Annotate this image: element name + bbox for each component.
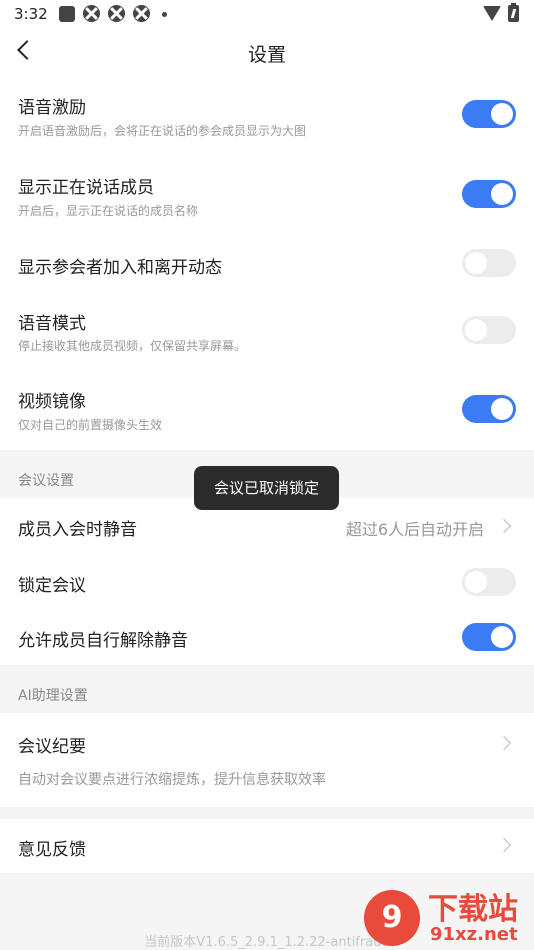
toggle-knob bbox=[465, 571, 487, 593]
flower-icon bbox=[108, 5, 125, 22]
chevron-right-icon bbox=[496, 837, 512, 853]
setting-title: 会议纪要 bbox=[18, 737, 86, 757]
video-mirror-toggle[interactable] bbox=[462, 395, 516, 423]
setting-title: 显示正在说话成员 bbox=[18, 178, 154, 198]
setting-description: 停止接收其他成员视频，仅保留共享屏幕。 bbox=[18, 339, 247, 353]
toggle-knob bbox=[491, 183, 513, 205]
setting-title: 语音模式 bbox=[18, 314, 86, 334]
setting-row-meeting-minutes[interactable]: 会议纪要 自动对会议要点进行浓缩提炼，提升信息获取效率 bbox=[0, 713, 534, 807]
settings-card-feedback: 意见反馈 bbox=[0, 819, 534, 873]
setting-description: 仅对自己的前置摄像头生效 bbox=[18, 418, 163, 432]
setting-row-voice-excitation: 语音激励 开启语音激励后，会将正在说话的参会成员显示为大图 bbox=[0, 78, 534, 158]
toast-message: 会议已取消锁定 bbox=[194, 466, 339, 510]
setting-title: 成员入会时静音 bbox=[18, 520, 137, 540]
show-join-leave-toggle[interactable] bbox=[462, 249, 516, 277]
setting-description: 开启后，显示正在说话的成员名称 bbox=[18, 204, 199, 218]
setting-description: 开启语音激励后，会将正在说话的参会成员显示为大图 bbox=[18, 124, 307, 138]
toggle-knob bbox=[465, 319, 487, 341]
setting-title: 显示参会者加入和离开动态 bbox=[18, 258, 222, 278]
setting-row-voice-mode: 语音模式 停止接收其他成员视频，仅保留共享屏幕。 bbox=[0, 294, 534, 372]
show-speaking-toggle[interactable] bbox=[462, 180, 516, 208]
voice-excitation-toggle[interactable] bbox=[462, 100, 516, 128]
lock-meeting-toggle[interactable] bbox=[462, 568, 516, 596]
settings-card-ai: 会议纪要 自动对会议要点进行浓缩提炼，提升信息获取效率 bbox=[0, 713, 534, 807]
watermark: 9 下载站 91xz.net bbox=[364, 884, 534, 950]
app-square-icon bbox=[59, 6, 75, 22]
nav-bar: 设置 bbox=[0, 28, 534, 78]
settings-card-meeting: 成员入会时静音 超过6人后自动开启 锁定会议 允许成员自行解除静音 bbox=[0, 498, 534, 665]
setting-row-video-mirror: 视频镜像 仅对自己的前置摄像头生效 bbox=[0, 372, 534, 450]
settings-card-general: 语音激励 开启语音激励后，会将正在说话的参会成员显示为大图 显示正在说话成员 开… bbox=[0, 78, 534, 450]
watermark-url: 91xz.net bbox=[430, 924, 518, 945]
setting-row-show-speaking: 显示正在说话成员 开启后，显示正在说话的成员名称 bbox=[0, 158, 534, 238]
setting-title: 意见反馈 bbox=[18, 840, 86, 860]
setting-title: 视频镜像 bbox=[18, 392, 86, 412]
watermark-logo: 9 bbox=[364, 890, 420, 946]
setting-description: 自动对会议要点进行浓缩提炼，提升信息获取效率 bbox=[18, 772, 326, 788]
setting-row-allow-unmute: 允许成员自行解除静音 bbox=[0, 610, 534, 665]
section-header-ai: AI助理设置 bbox=[18, 688, 88, 704]
watermark-title: 下载站 bbox=[428, 892, 518, 927]
setting-title: 锁定会议 bbox=[18, 576, 86, 596]
setting-value: 超过6人后自动开启 bbox=[345, 520, 484, 539]
section-header-meeting: 会议设置 bbox=[18, 473, 74, 489]
setting-row-feedback[interactable]: 意见反馈 bbox=[0, 819, 534, 873]
wifi-icon bbox=[483, 6, 501, 21]
toggle-knob bbox=[491, 398, 513, 420]
toggle-knob bbox=[465, 252, 487, 274]
flower-icon bbox=[83, 5, 100, 22]
chevron-right-icon bbox=[496, 735, 512, 751]
setting-title: 允许成员自行解除静音 bbox=[18, 631, 188, 651]
page-title: 设置 bbox=[247, 44, 286, 66]
setting-title: 语音激励 bbox=[18, 98, 86, 118]
toggle-knob bbox=[491, 626, 513, 648]
status-bar: 3:32 bbox=[0, 0, 534, 28]
status-time: 3:32 bbox=[14, 5, 48, 23]
setting-row-lock-meeting: 锁定会议 bbox=[0, 554, 534, 610]
flower-icon bbox=[133, 5, 150, 22]
dot-icon bbox=[162, 12, 167, 17]
toggle-knob bbox=[491, 103, 513, 125]
battery-icon bbox=[508, 3, 519, 22]
setting-row-show-join-leave: 显示参会者加入和离开动态 bbox=[0, 238, 534, 294]
voice-mode-toggle[interactable] bbox=[462, 316, 516, 344]
allow-unmute-toggle[interactable] bbox=[462, 623, 516, 651]
chevron-right-icon bbox=[496, 518, 512, 534]
